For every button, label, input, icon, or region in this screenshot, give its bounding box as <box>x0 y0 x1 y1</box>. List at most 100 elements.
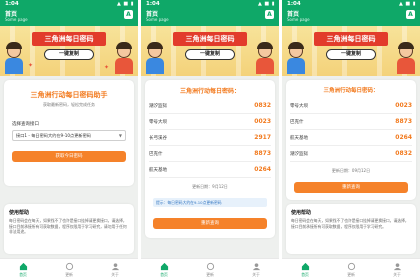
star-icon: ✦ <box>28 62 34 69</box>
nav-about-label: 关于 <box>111 272 119 277</box>
nav-home[interactable]: 首页 <box>149 262 179 278</box>
api-select-value: 接口1 - 每日密码大约在9-10点更新密码 <box>16 133 91 138</box>
list-item[interactable]: 巴克什 8873 <box>290 116 412 130</box>
card-heading: 三角洲行动每日密码助手 <box>30 91 108 99</box>
nav-about[interactable]: 关于 <box>100 262 130 278</box>
update-date: 更新日期：09月12日 <box>331 168 371 173</box>
app-header: 1:04 ▲ ■ ▮ 首页 Some page A <box>0 0 138 26</box>
map-code: 0264 <box>254 166 271 173</box>
app-logo-icon[interactable]: A <box>265 10 274 19</box>
requery-button[interactable]: 重新查询 <box>153 218 267 229</box>
promo-banner: 三角洲每日密码 一键复制 <box>282 26 420 76</box>
home-icon <box>160 262 168 271</box>
map-name: 长弓溪谷 <box>149 136 167 141</box>
nav-update[interactable]: 更新 <box>336 262 366 278</box>
nav-about[interactable]: 关于 <box>241 262 271 278</box>
bottom-nav: 首页 更新 关于 <box>141 258 279 280</box>
map-name: 航天基地 <box>290 136 308 141</box>
status-signal-icons: ▲ ■ ▮ <box>258 1 275 7</box>
map-code: 0023 <box>395 102 412 109</box>
home-icon <box>301 262 309 271</box>
status-signal-icons: ▲ ■ ▮ <box>117 1 134 7</box>
nav-home-label: 首页 <box>19 272 27 277</box>
banner-title: 三角洲每日密码 <box>173 32 247 46</box>
nav-update[interactable]: 更新 <box>195 262 225 278</box>
character-left-illustration <box>145 42 165 74</box>
status-time: 1:04 <box>287 1 301 7</box>
map-name: 巴克什 <box>149 152 163 157</box>
phone-screen-query: 1:04 ▲ ■ ▮ 首页 Some page A 三角洲每日密码 一键复制 ✦… <box>0 0 138 280</box>
refresh-icon <box>206 262 214 271</box>
refresh-icon <box>65 262 73 271</box>
list-item[interactable]: 巴克什 8873 <box>149 148 271 162</box>
banner-title: 三角洲每日密码 <box>314 32 388 46</box>
character-left-illustration <box>4 42 24 74</box>
map-code: 2917 <box>254 134 271 141</box>
help-title: 使用帮助 <box>9 210 30 216</box>
nav-home-label: 首页 <box>160 272 168 277</box>
nav-about-label: 关于 <box>252 272 260 277</box>
page-subtitle: Some page <box>287 17 310 22</box>
map-code: 0832 <box>254 102 271 109</box>
status-signal-icons: ▲ ■ ▮ <box>399 1 416 7</box>
app-header: 1:04 ▲ ■ ▮ 首页 Some page A <box>282 0 420 26</box>
page-subtitle: Some page <box>5 17 28 22</box>
list-item[interactable]: 零号大坝 0023 <box>149 116 271 130</box>
map-code: 0023 <box>254 118 271 125</box>
nav-update[interactable]: 更新 <box>54 262 84 278</box>
bottom-nav: 首页 更新 关于 <box>0 258 138 280</box>
map-name: 潮汐监狱 <box>290 152 308 157</box>
app-header: 1:04 ▲ ■ ▮ 首页 Some page A <box>141 0 279 26</box>
banner-copy-pill: 一键复制 <box>326 49 376 60</box>
banner-title: 三角洲每日密码 <box>32 32 106 46</box>
banner-copy-pill: 一键复制 <box>185 49 235 60</box>
status-time: 1:04 <box>146 1 160 7</box>
nav-update-label: 更新 <box>65 272 73 277</box>
list-item[interactable]: 航天基地 0264 <box>149 164 271 178</box>
page-subtitle: Some page <box>146 17 169 22</box>
results-heading: 三角洲行动每日密码： <box>323 88 379 94</box>
list-item[interactable]: 潮汐监狱 0832 <box>149 100 271 114</box>
help-text: 每日密码会在每天，如果找不了也许是接口挂掉请更换接口，请选择，接口目前承接所有可… <box>9 218 127 234</box>
banner-copy-pill: 一键复制 <box>44 49 94 60</box>
help-card: 使用帮助 每日密码会在每天，如果找不了也许是接口挂掉请更换接口，请选择，接口目前… <box>4 204 134 254</box>
results-card: 三角洲行动每日密码： 零号大坝 0023 巴克什 8873 航天基地 0264 … <box>286 80 416 200</box>
user-icon <box>252 263 260 271</box>
api-select[interactable]: 接口1 - 每日密码大约在9-10点更新密码 ▼ <box>12 130 126 141</box>
requery-button[interactable]: 重新查询 <box>294 182 408 193</box>
map-name: 零号大坝 <box>290 104 308 109</box>
map-code: 8873 <box>254 150 271 157</box>
nav-home-label: 首页 <box>301 272 309 277</box>
status-time: 1:04 <box>5 1 19 7</box>
help-title: 使用帮助 <box>291 210 312 216</box>
list-item[interactable]: 长弓溪谷 2917 <box>149 132 271 146</box>
home-icon <box>19 262 27 271</box>
app-logo-icon[interactable]: A <box>406 10 415 19</box>
app-logo-icon[interactable]: A <box>124 10 133 19</box>
map-code: 8873 <box>395 118 412 125</box>
nav-home[interactable]: 首页 <box>8 262 38 278</box>
map-name: 巴克什 <box>290 120 304 125</box>
bottom-nav: 首页 更新 关于 <box>282 258 420 280</box>
map-name: 航天基地 <box>149 168 167 173</box>
results-heading: 三角洲行动每日密码： <box>179 88 240 95</box>
star-icon: ✦ <box>104 64 110 71</box>
nav-home[interactable]: 首页 <box>290 262 320 278</box>
list-item[interactable]: 潮汐监狱 0832 <box>290 148 412 162</box>
phone-screen-results-help: 1:04 ▲ ■ ▮ 首页 Some page A 三角洲每日密码 一键复制 三… <box>282 0 420 280</box>
user-icon <box>393 263 401 271</box>
nav-about[interactable]: 关于 <box>382 262 412 278</box>
character-right-illustration <box>396 42 416 74</box>
map-name: 零号大坝 <box>149 120 167 125</box>
results-card: 三角洲行动每日密码： 潮汐监狱 0832 零号大坝 0023 长弓溪谷 2917… <box>145 80 275 238</box>
nav-about-label: 关于 <box>393 272 401 277</box>
nav-update-label: 更新 <box>206 272 214 277</box>
character-left-illustration <box>286 42 306 74</box>
info-notice: 提示：每日密码大约在9-10点更新密码 <box>153 198 267 207</box>
phone-screen-results: 1:04 ▲ ■ ▮ 首页 Some page A 三角洲每日密码 一键复制 三… <box>141 0 279 280</box>
character-right-illustration <box>114 42 134 74</box>
get-password-button[interactable]: 获取今日密码 <box>12 151 126 162</box>
map-name: 潮汐监狱 <box>149 104 167 109</box>
list-item[interactable]: 零号大坝 0023 <box>290 100 412 114</box>
list-item[interactable]: 航天基地 0264 <box>290 132 412 146</box>
